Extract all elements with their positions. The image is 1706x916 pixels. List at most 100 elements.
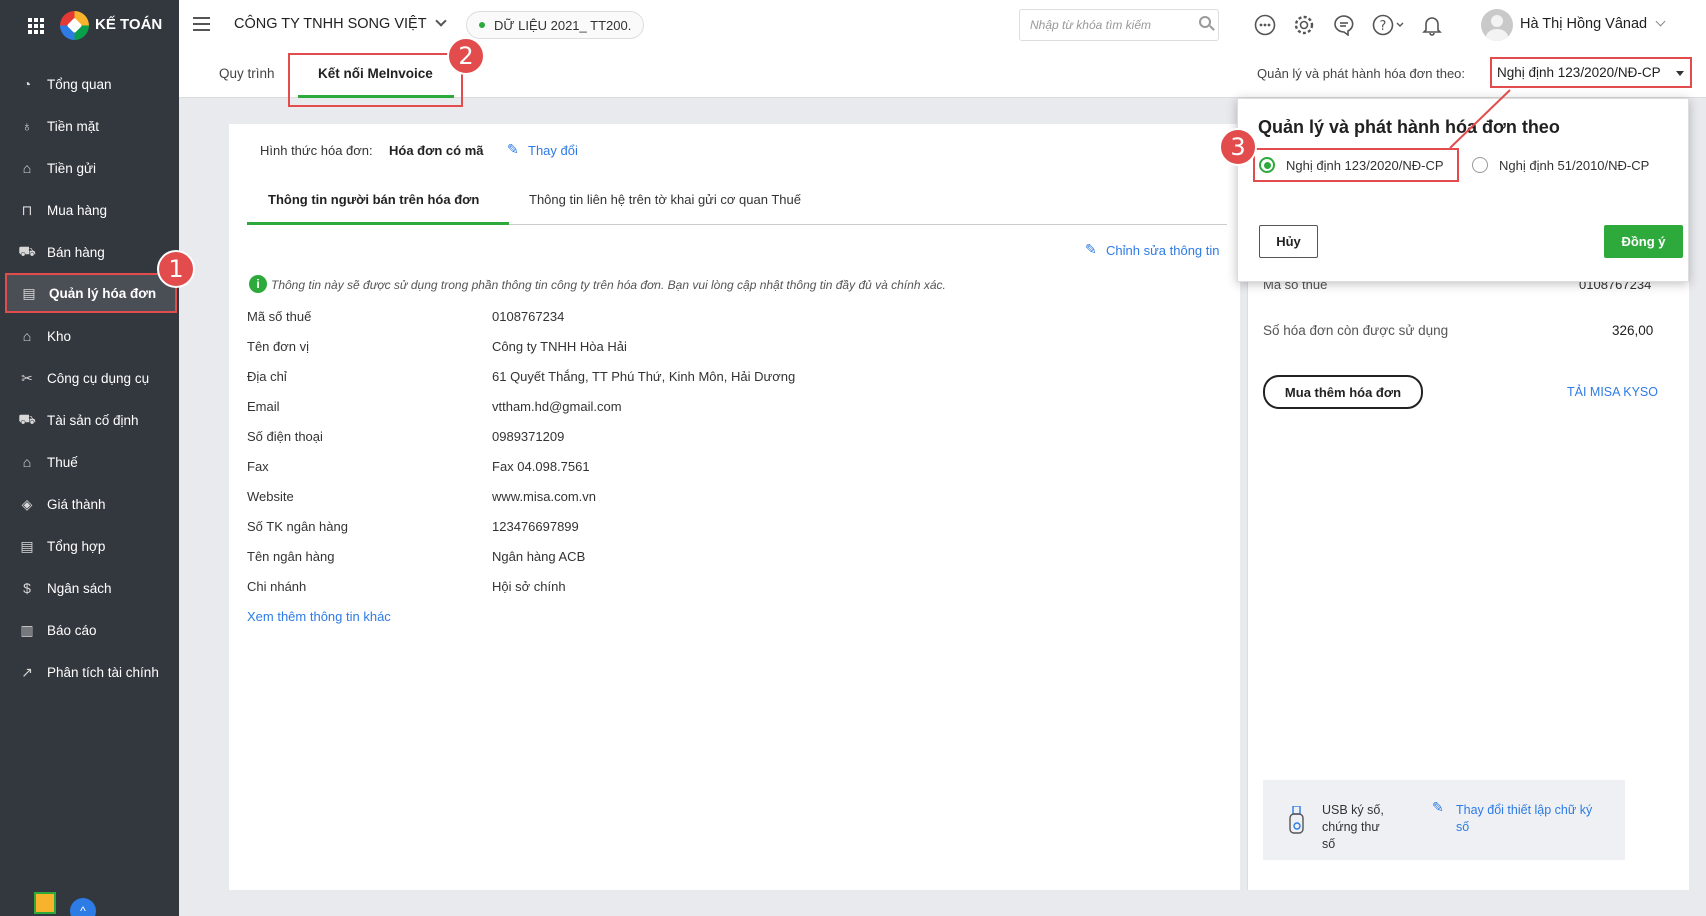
tools-icon: ✂ xyxy=(21,369,33,386)
company-selector[interactable]: CÔNG TY TNHH SONG VIỆT xyxy=(234,15,447,32)
sidebar-item-label: Tiền mặt xyxy=(47,118,100,134)
field-value: Fax 04.098.7561 xyxy=(492,459,590,474)
remaining-invoices-value: 326,00 xyxy=(1612,323,1654,338)
sidebar-item-label: Công cụ dụng cụ xyxy=(47,370,150,386)
sidebar-item-label: Tiền gửi xyxy=(47,160,97,176)
field-value: 61 Quyết Thắng, TT Phú Thứ, Kinh Môn, Hả… xyxy=(492,369,796,384)
sidebar-item-14[interactable]: ▥ Báo cáo xyxy=(0,610,179,650)
dataset-label: DỮ LIỆU 2021_ TT200. xyxy=(494,17,632,33)
sidebar-item-1[interactable]: ◔ Tổng quan xyxy=(0,64,179,104)
more-options-icon[interactable] xyxy=(1252,12,1278,38)
help-icon[interactable]: ? xyxy=(1372,12,1406,38)
field-value: Ngân hàng ACB xyxy=(492,549,586,564)
cash-icon: ♁ xyxy=(21,118,33,134)
sidebar-item-2[interactable]: ♁ Tiền mặt xyxy=(0,106,179,146)
budget-icon: $ xyxy=(23,580,31,596)
sidebar-item-7[interactable]: ⌂ Kho xyxy=(0,316,179,356)
field-label: Fax xyxy=(247,459,269,474)
sidebar-item-8[interactable]: ✂ Công cụ dụng cụ xyxy=(0,358,179,398)
apps-grid-icon[interactable] xyxy=(28,18,44,34)
remaining-invoices-label: Số hóa đơn còn được sử dụng xyxy=(1263,323,1449,338)
notification-bell-icon[interactable] xyxy=(1419,12,1445,38)
sidebar-item-label: Phân tích tài chính xyxy=(47,664,159,680)
sidebar-item-13[interactable]: $ Ngân sách xyxy=(0,568,179,608)
regulation-label: Quản lý và phát hành hóa đơn theo: xyxy=(1257,66,1466,81)
download-misa-kyso-link[interactable]: TẢI MISA KYSO xyxy=(1567,385,1658,399)
active-inner-tab-indicator xyxy=(247,222,509,225)
dataset-badge[interactable]: DỮ LIỆU 2021_ TT200. xyxy=(466,11,645,39)
buy-more-invoices-button[interactable]: Mua thêm hóa đơn xyxy=(1263,375,1423,409)
usb-token-icon xyxy=(1289,805,1305,834)
confirm-button[interactable]: Đồng ý xyxy=(1604,225,1683,258)
sidebar-item-label: Tổng hợp xyxy=(47,538,106,554)
sidebar-item-3[interactable]: ⌂ Tiền gửi xyxy=(0,148,179,188)
field-label: Tên ngân hàng xyxy=(247,549,335,564)
invoice-form-value: Hóa đơn có mã xyxy=(389,143,484,158)
tab-quy-trinh[interactable]: Quy trình xyxy=(219,66,275,81)
pencil-icon: ✎ xyxy=(1085,241,1097,257)
search-icon[interactable] xyxy=(1199,16,1215,32)
step-badge-3: 3 xyxy=(1219,128,1257,166)
user-avatar[interactable] xyxy=(1481,9,1513,41)
field-value: www.misa.com.vn xyxy=(492,489,597,504)
gift-icon[interactable] xyxy=(34,892,56,914)
user-menu[interactable]: Hà Thị Hồng Vânad xyxy=(1520,16,1666,32)
brand-bar: KẾ TOÁN xyxy=(0,0,179,50)
sidebar-item-10[interactable]: ⌂ Thuế xyxy=(0,442,179,482)
sidebar-item-9[interactable]: ⛟ Tài sản cố định xyxy=(0,400,179,440)
regulation-dropdown[interactable]: Nghị định 123/2020/NĐ-CP xyxy=(1490,57,1692,88)
settings-gear-icon[interactable] xyxy=(1291,12,1317,38)
warehouse-icon: ⌂ xyxy=(22,328,32,344)
field-value: 0989371209 xyxy=(492,429,565,444)
seller-info-card xyxy=(229,124,1240,890)
step-badge-1: 1 xyxy=(157,250,195,288)
bank-icon: ⌂ xyxy=(22,160,32,176)
radio-nd-51[interactable] xyxy=(1472,157,1488,173)
sidebar-item-6[interactable]: ▤ Quản lý hóa đơn xyxy=(5,273,177,313)
sidebar-item-4[interactable]: ⊓ Mua hàng xyxy=(0,190,179,230)
more-info-link[interactable]: Xem thêm thông tin khác xyxy=(247,609,391,624)
notice-text: Thông tin này sẽ được sử dụng trong phần… xyxy=(271,278,946,292)
sidebar-item-label: Kho xyxy=(47,328,72,344)
step-badge-2: 2 xyxy=(447,37,485,75)
change-signature-settings-link[interactable]: Thay đổi thiết lập chữ ký số xyxy=(1456,802,1606,836)
field-value: Hội sở chính xyxy=(492,579,566,594)
field-label: Số điện thoại xyxy=(247,429,323,444)
sidebar-item-12[interactable]: ▤ Tổng hợp xyxy=(0,526,179,566)
invoice-form-label: Hình thức hóa đơn: xyxy=(260,143,373,158)
dashboard-icon: ◔ xyxy=(22,76,32,92)
shopping-bag-icon: ⊓ xyxy=(21,201,33,218)
sidebar-item-15[interactable]: ↗ Phân tích tài chính xyxy=(0,652,179,692)
top-header: CÔNG TY TNHH SONG VIỆT DỮ LIỆU 2021_ TT2… xyxy=(179,0,1706,50)
sidebar-item-11[interactable]: ◈ Giá thành xyxy=(0,484,179,524)
field-label: Số TK ngân hàng xyxy=(247,519,348,534)
edit-info-link[interactable]: Chỉnh sửa thông tin xyxy=(1106,243,1220,258)
message-icon[interactable] xyxy=(1331,12,1357,38)
analytics-icon: ↗ xyxy=(21,663,33,680)
annotation-arrow xyxy=(1449,89,1511,149)
tab-tax-contact-info[interactable]: Thông tin liên hệ trên tờ khai gửi cơ qu… xyxy=(529,192,801,207)
asset-icon: ⛟ xyxy=(18,410,36,427)
price-tag-icon: ◈ xyxy=(21,495,33,512)
invoice-icon: ▤ xyxy=(22,284,36,301)
report-icon: ▥ xyxy=(20,621,34,638)
chat-support-icon[interactable]: ^ xyxy=(70,898,96,916)
chevron-down-icon xyxy=(434,15,447,27)
sidebar-item-label: Ngân sách xyxy=(47,580,112,596)
brand-title: KẾ TOÁN xyxy=(95,16,163,33)
cancel-button[interactable]: Hủy xyxy=(1259,225,1318,258)
misa-logo-icon xyxy=(60,11,89,40)
sidebar-item-label: Tổng quan xyxy=(47,76,112,92)
tab-seller-info[interactable]: Thông tin người bán trên hóa đơn xyxy=(268,192,479,207)
change-invoice-form-link[interactable]: Thay đổi xyxy=(528,143,578,158)
sidebar-item-5[interactable]: ⛟ Bán hàng xyxy=(0,232,179,272)
radio-label-nd-51[interactable]: Nghị định 51/2010/NĐ-CP xyxy=(1499,158,1649,173)
sidebar-item-label: Giá thành xyxy=(47,496,106,512)
pencil-icon: ✎ xyxy=(1432,799,1444,815)
tax-icon: ⌂ xyxy=(22,454,32,470)
info-icon: i xyxy=(249,275,267,293)
field-label: Tên đơn vị xyxy=(247,339,309,354)
search-input[interactable]: Nhập từ khóa tìm kiếm xyxy=(1019,9,1219,41)
field-label: Địa chỉ xyxy=(247,369,287,384)
hamburger-menu-icon[interactable] xyxy=(193,17,210,31)
